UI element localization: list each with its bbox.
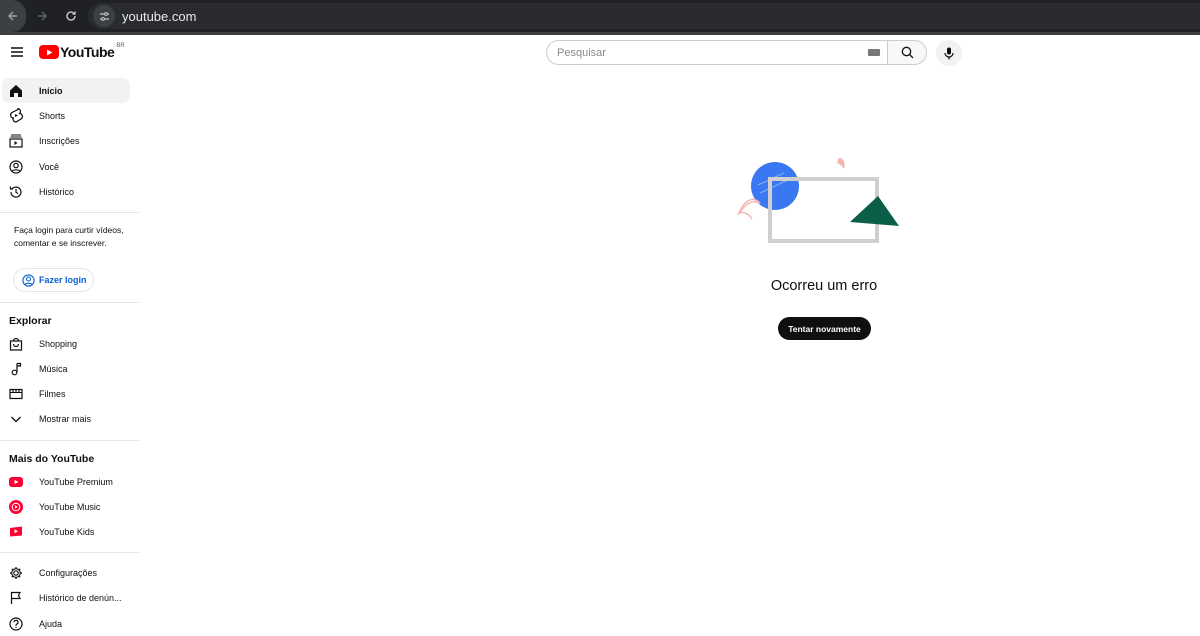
sidebar-item-ajuda[interactable]: Ajuda [2,611,130,636]
masthead: YouTube BR [0,35,1200,71]
error-message: Ocorreu um erro [770,278,878,294]
sidebar: Início Shorts Inscrições Você Histórico … [0,74,139,634]
sign-in-label: Fazer login [39,275,87,285]
help-icon [8,616,24,632]
browser-toolbar: youtube.com [0,0,1200,32]
arrow-right-icon [38,11,47,21]
gear-icon [8,565,24,581]
sidebar-item-historico-denuncias[interactable]: Histórico de denún... [2,585,130,610]
sidebar-item-inscricoes[interactable]: Inscrições [2,128,130,153]
voice-search-button[interactable] [936,40,962,66]
sidebar-item-label: Histórico de denún... [39,592,122,603]
sidebar-item-youtube-music[interactable]: YouTube Music [2,494,130,519]
shopping-bag-icon [8,336,24,352]
illustration-pink-squiggle [737,198,761,220]
sidebar-divider [0,212,139,213]
browser-back-button[interactable] [0,0,26,32]
search-box [546,40,887,65]
guide-menu-button[interactable] [6,41,28,63]
sidebar-item-label: Shopping [39,338,78,349]
sidebar-item-youtube-kids[interactable]: YouTube Kids [2,519,130,544]
sidebar-divider [0,440,139,441]
explore-title: Explorar [9,315,52,327]
search-button[interactable] [887,40,927,65]
sidebar-item-historico[interactable]: Histórico [2,179,130,204]
youtube-music-icon [8,499,24,515]
sidebar-item-youtube-premium[interactable]: YouTube Premium [2,469,130,494]
illustration-pink-shape [837,158,845,169]
arrow-left-icon [8,11,17,21]
hamburger-icon [11,47,23,57]
film-icon [8,386,24,402]
site-info-icon[interactable] [93,5,115,27]
sidebar-item-label: Ajuda [39,618,63,629]
youtube-kids-icon [8,524,24,540]
sidebar-item-label: Música [39,363,68,374]
sidebar-item-label: YouTube Music [39,501,101,512]
youtube-play-icon [39,45,59,59]
search-bar [546,40,927,65]
sidebar-divider [0,552,139,553]
retry-button[interactable]: Tentar novamente [778,317,871,340]
login-prompt: Faça login para curtir vídeos, comentar … [14,225,124,248]
flag-icon [8,590,24,606]
home-icon [8,83,24,99]
more-from-youtube-title: Mais do YouTube [9,453,95,465]
sign-in-button[interactable]: Fazer login [13,268,94,292]
shorts-icon [8,108,24,124]
sidebar-item-label: Inscrições [39,135,80,146]
browser-reload-button[interactable] [59,4,83,28]
logo-wordmark: YouTube [60,44,115,60]
error-illustration [737,158,899,243]
sidebar-item-label: Início [39,85,63,96]
sidebar-item-label: YouTube Kids [39,526,95,537]
sidebar-item-configuracoes[interactable]: Configurações [2,560,130,585]
sidebar-item-shopping[interactable]: Shopping [2,331,130,356]
sidebar-divider [0,302,139,303]
sidebar-item-musica[interactable]: Música [2,356,130,381]
microphone-icon [944,47,954,59]
search-input[interactable] [557,46,847,59]
sidebar-item-filmes[interactable]: Filmes [2,381,130,406]
sidebar-item-label: Histórico [39,186,75,197]
sidebar-item-label: Configurações [39,567,98,578]
sidebar-item-label: YouTube Premium [39,476,113,487]
chevron-down-icon [8,411,24,427]
url-text: youtube.com [122,8,197,24]
illustration-green-triangle [850,196,899,226]
sidebar-item-label: Shorts [39,110,66,121]
you-icon [8,159,24,175]
music-note-icon [8,361,24,377]
address-bar[interactable]: youtube.com [88,3,1200,29]
account-circle-icon [22,273,35,287]
sidebar-item-label: Filmes [39,388,66,399]
sidebar-item-mostrar-mais[interactable]: Mostrar mais [2,406,130,431]
sidebar-item-label: Você [39,161,60,172]
history-icon [8,184,24,200]
reload-icon [66,11,76,21]
youtube-logo[interactable]: YouTube BR [39,43,125,60]
sidebar-item-voce[interactable]: Você [2,154,130,179]
sidebar-item-inicio[interactable]: Início [2,78,130,103]
search-icon [901,46,913,59]
country-code: BR [116,43,125,49]
sidebar-item-label: Mostrar mais [39,413,92,424]
sidebar-item-shorts[interactable]: Shorts [2,103,130,128]
browser-forward-button[interactable] [30,4,54,28]
subscriptions-icon [8,133,24,149]
youtube-premium-icon [8,474,24,490]
keyboard-icon[interactable] [868,49,880,56]
